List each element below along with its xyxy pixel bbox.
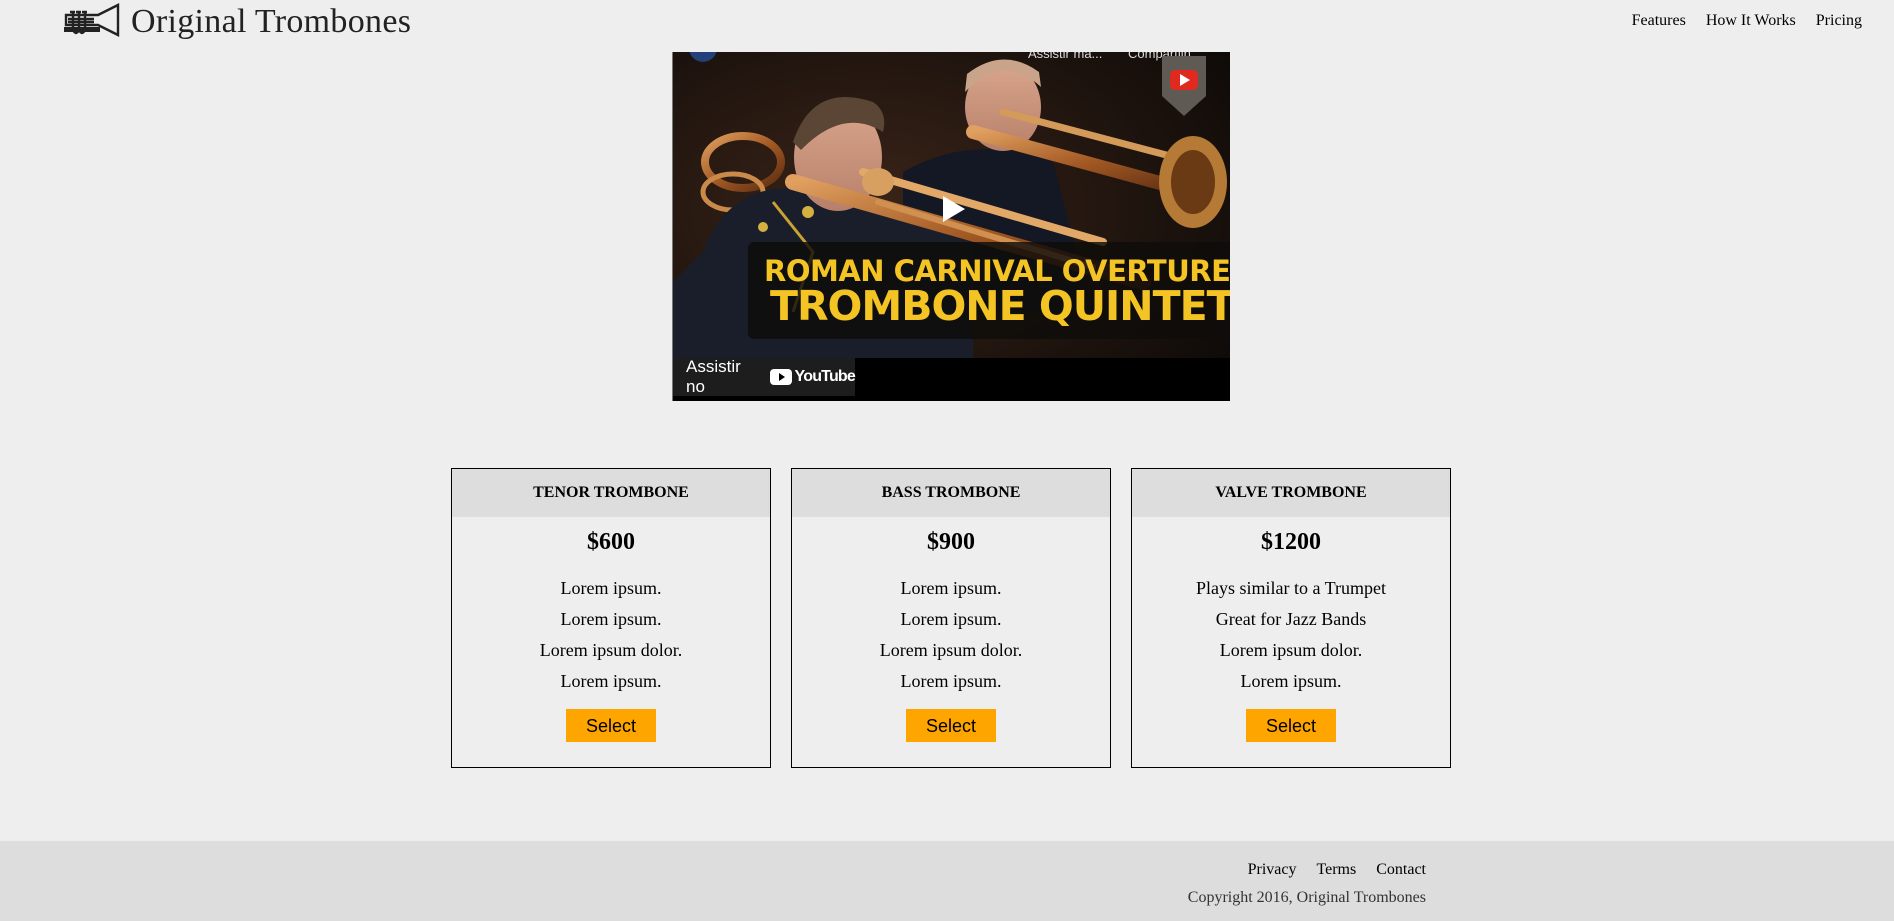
nav-how-it-works[interactable]: How It Works xyxy=(1706,12,1796,30)
copyright-text: Copyright 2016, Original Trombones xyxy=(1187,889,1426,906)
site-footer: Privacy Terms Contact Copyright 2016, Or… xyxy=(0,841,1894,921)
feature-item: Lorem ipsum. xyxy=(900,609,1002,629)
watch-on-youtube-button[interactable]: Assistir no YouTube xyxy=(673,357,856,396)
youtube-wordmark: YouTube xyxy=(794,368,856,385)
logo[interactable]: Original Trombones xyxy=(64,0,411,44)
footer-link-privacy[interactable]: Privacy xyxy=(1248,861,1297,879)
nav-pricing[interactable]: Pricing xyxy=(1816,12,1862,30)
feature-list: Lorem ipsum. Lorem ipsum. Lorem ipsum do… xyxy=(452,573,770,697)
card-price: $600 xyxy=(587,529,635,555)
footer-nav: Privacy Terms Contact xyxy=(1248,861,1426,879)
feature-item: Great for Jazz Bands xyxy=(1215,609,1367,629)
youtube-logo: YouTube xyxy=(769,368,856,386)
nav-features[interactable]: Features xyxy=(1632,12,1686,30)
card-title: BASS TROMBONE xyxy=(792,469,1110,517)
card-title: VALVE TROMBONE xyxy=(1132,469,1450,517)
main-nav: Features How It Works Pricing xyxy=(1632,12,1862,30)
watch-on-label: Assistir no xyxy=(686,357,741,396)
feature-item: Lorem ipsum dolor. xyxy=(1219,640,1363,660)
site-header: Original Trombones Features How It Works… xyxy=(0,0,1894,52)
feature-item: Lorem ipsum. xyxy=(900,578,1002,598)
youtube-play-icon xyxy=(769,369,792,385)
logo-text: Original Trombones xyxy=(131,3,412,40)
footer-link-terms[interactable]: Terms xyxy=(1316,861,1356,879)
select-valve-button[interactable]: Select xyxy=(1246,709,1336,742)
video-bottom-bar: Assistir no YouTube xyxy=(673,357,1230,401)
select-tenor-button[interactable]: Select xyxy=(566,709,656,742)
feature-item: Lorem ipsum. xyxy=(1240,671,1342,691)
select-bass-button[interactable]: Select xyxy=(906,709,996,742)
card-price: $900 xyxy=(927,529,975,555)
feature-item: Lorem ipsum dolor. xyxy=(879,640,1023,660)
trombone-logo-icon xyxy=(64,3,120,37)
card-price: $1200 xyxy=(1261,529,1321,555)
channel-badge-icon[interactable] xyxy=(1162,56,1206,116)
pricing-card-tenor: TENOR TROMBONE $600 Lorem ipsum. Lorem i… xyxy=(451,468,771,768)
feature-list: Lorem ipsum. Lorem ipsum. Lorem ipsum do… xyxy=(792,573,1110,697)
feature-item: Lorem ipsum dolor. xyxy=(539,640,683,660)
video-thumbnail xyxy=(673,52,1230,401)
footer-link-contact[interactable]: Contact xyxy=(1376,861,1426,879)
pricing-card-bass: BASS TROMBONE $900 Lorem ipsum. Lorem ip… xyxy=(791,468,1111,768)
feature-list: Plays similar to a Trumpet Great for Jaz… xyxy=(1132,573,1450,697)
feature-item: Plays similar to a Trumpet xyxy=(1195,578,1386,598)
pricing-card-valve: VALVE TROMBONE $1200 Plays similar to a … xyxy=(1131,468,1451,768)
video-player[interactable]: Assistir ma... Compartilh... ROMAN CARNI… xyxy=(672,52,1230,401)
video-title-overlay: ROMAN CARNIVAL OVERTURE TROMBONE QUINTET xyxy=(748,242,1230,339)
watch-later-label[interactable]: Assistir ma... xyxy=(1028,52,1102,61)
feature-item: Lorem ipsum. xyxy=(560,578,662,598)
video-title-line-2: TROMBONE QUINTET xyxy=(770,282,1230,330)
feature-item: Lorem ipsum. xyxy=(560,671,662,691)
card-title: TENOR TROMBONE xyxy=(452,469,770,517)
feature-item: Lorem ipsum. xyxy=(560,609,662,629)
feature-item: Lorem ipsum. xyxy=(900,671,1002,691)
play-icon[interactable] xyxy=(941,194,967,224)
